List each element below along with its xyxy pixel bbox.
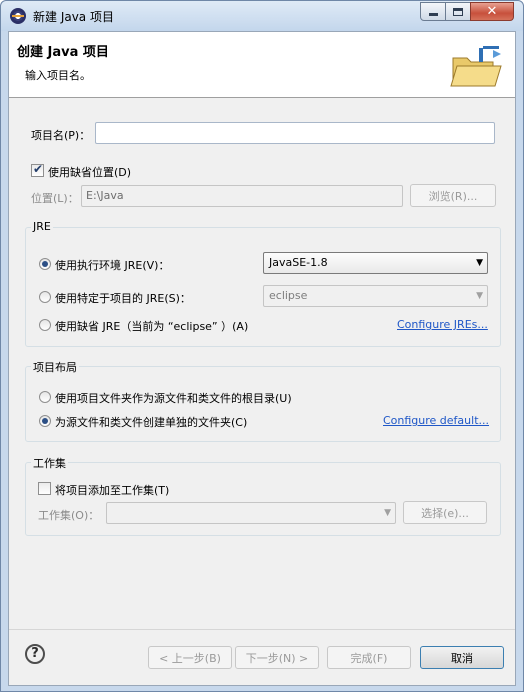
title-bar[interactable]: 新建 Java 项目 ✕	[1, 1, 523, 31]
working-set-group: 工作集	[25, 455, 501, 536]
exec-env-label: 使用执行环境 JRE(V)：	[55, 259, 170, 272]
exec-env-select[interactable]: JavaSE-1.8 ▼	[263, 252, 488, 274]
layout-separate-label: 为源文件和类文件创建单独的文件夹(C)	[55, 416, 248, 429]
layout-root-label: 使用项目文件夹作为源文件和类文件的根目录(U)	[55, 392, 292, 405]
project-layout-group-title: 项目布局	[31, 359, 79, 375]
dialog-client-area: 创建 Java 项目 输入项目名。 项目名(P)： 使用缺省位置(D) 位置(L…	[8, 31, 516, 686]
footer-separator	[9, 629, 515, 630]
eclipse-icon	[10, 8, 26, 24]
new-java-project-folder-icon	[450, 46, 502, 87]
working-set-select[interactable]: ▼	[106, 502, 396, 524]
location-label: 位置(L)：	[31, 192, 79, 205]
project-jre-label: 使用特定于项目的 JRE(S)：	[55, 292, 191, 305]
default-jre-label: 使用缺省 JRE（当前为 “eclipse” ）(A)	[55, 320, 249, 333]
back-button[interactable]: < 上一步(B)	[148, 646, 232, 669]
add-to-working-set-checkbox[interactable]	[38, 482, 51, 495]
dialog-window: 新建 Java 项目 ✕ 创建 Java 项目 输入项目名。 项目名(P)： 使…	[0, 0, 524, 692]
project-jre-value: eclipse	[269, 289, 308, 302]
default-location-label: 使用缺省位置(D)	[48, 166, 132, 179]
maximize-icon	[453, 7, 463, 16]
chevron-down-icon: ▼	[476, 258, 483, 268]
project-jre-radio[interactable]	[39, 291, 51, 303]
configure-jres-link[interactable]: Configure JREs...	[397, 318, 488, 331]
page-message: 输入项目名。	[25, 69, 91, 82]
add-to-working-set-label: 将项目添加至工作集(T)	[55, 484, 170, 497]
layout-separate-radio[interactable]	[39, 415, 51, 427]
minimize-button[interactable]	[420, 2, 446, 21]
configure-default-link[interactable]: Configure default...	[383, 414, 489, 427]
default-location-checkbox[interactable]	[31, 162, 44, 177]
layout-root-radio[interactable]	[39, 391, 51, 403]
wizard-header: 创建 Java 项目 输入项目名。	[9, 32, 515, 98]
chevron-down-icon: ▼	[476, 291, 483, 301]
close-button[interactable]: ✕	[470, 2, 514, 21]
project-name-label: 项目名(P)：	[31, 129, 91, 142]
cancel-button[interactable]: 取消	[420, 646, 504, 669]
select-working-set-button[interactable]: 选择(e)...	[403, 501, 487, 524]
next-button[interactable]: 下一步(N) >	[235, 646, 319, 669]
close-icon: ✕	[486, 4, 498, 19]
working-set-label: 工作集(O)：	[38, 509, 100, 522]
browse-button[interactable]: 浏览(R)...	[410, 184, 496, 207]
finish-button[interactable]: 完成(F)	[327, 646, 411, 669]
default-jre-radio[interactable]	[39, 319, 51, 331]
page-title: 创建 Java 项目	[17, 45, 109, 60]
project-name-input[interactable]	[95, 122, 495, 144]
location-input[interactable]: E:\Java	[81, 185, 403, 207]
minimize-icon	[428, 13, 438, 16]
maximize-button[interactable]	[445, 2, 471, 21]
project-jre-select[interactable]: eclipse ▼	[263, 285, 488, 307]
window-title: 新建 Java 项目	[33, 10, 114, 24]
working-set-group-title: 工作集	[31, 455, 68, 471]
chevron-down-icon: ▼	[384, 508, 391, 518]
help-icon[interactable]: ?	[25, 644, 45, 664]
exec-env-radio[interactable]	[39, 258, 51, 270]
jre-group-title: JRE	[31, 220, 53, 233]
exec-env-value: JavaSE-1.8	[269, 256, 328, 269]
